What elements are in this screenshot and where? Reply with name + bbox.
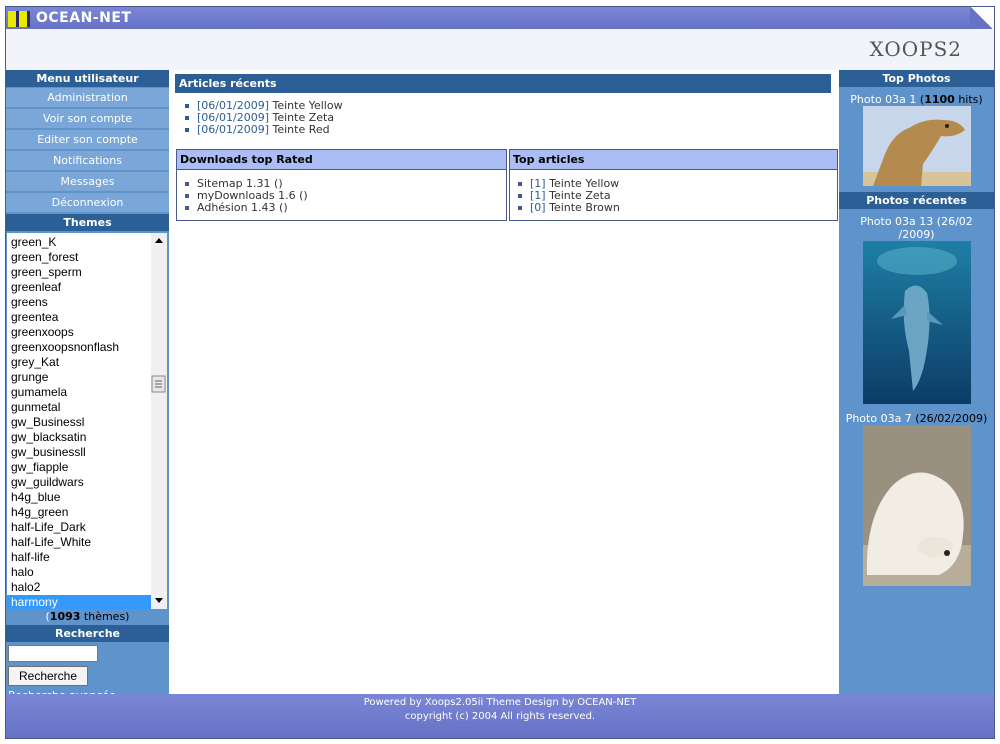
main-content: Articles récents [06/01/2009] Teinte Yel… [169,70,839,694]
search-input[interactable] [8,645,98,662]
theme-option[interactable]: green_forest [7,250,151,265]
site-logo-icon [8,11,30,27]
theme-option[interactable]: greentea [7,310,151,325]
list-item: [06/01/2009] Teinte Red [183,124,343,136]
menu-item-messages[interactable]: Messages [6,172,169,191]
theme-select-list[interactable]: green_K green_forest green_sperm greenleaf g… [7,233,167,609]
top-photo-link[interactable]: Photo 03a 1 [850,93,916,106]
menu-item-view-account[interactable]: Voir son compte [6,109,169,128]
theme-count: (1093 thèmes) [6,609,169,624]
xoops-logo: XOOPS2 [869,37,962,61]
scroll-down-icon[interactable] [155,598,163,603]
theme-option[interactable]: h4g_green [7,505,151,520]
menu-item-notifications[interactable]: Notifications [6,151,169,170]
polar-bear-photo[interactable] [862,425,971,586]
downloads-title: Downloads top Rated [177,150,506,170]
left-sidebar: Menu utilisateur Administration Voir son… [6,70,169,702]
theme-option[interactable]: gw_businessll [7,445,151,460]
theme-option[interactable]: halo2 [7,580,151,595]
right-sidebar: Top Photos Photo 03a 1 (1100 hits) Photo… [839,70,994,694]
theme-option[interactable]: h4g_blue [7,490,151,505]
top-articles-list: [1] Teinte Yellow [1] Teinte Zeta [0] Te… [516,178,620,214]
recent-photos-title: Photos récentes [839,192,994,209]
footer: Powered by Xoops2.05ii Theme Design by O… [6,694,994,738]
theme-option[interactable]: halo [7,565,151,580]
top-photos-title: Top Photos [839,70,994,87]
themes-title: Themes [6,214,169,231]
theme-option[interactable]: half-life [7,550,151,565]
recent-articles-title: Articles récents [175,74,831,93]
user-menu-title: Menu utilisateur [6,70,169,87]
top-articles-box: Top articles [1] Teinte Yellow [1] Teint… [509,149,838,221]
dolphin-photo[interactable] [862,241,971,404]
recent-photo-1-date-b: /2009) [898,228,935,241]
theme-option[interactable]: gw_fiapple [7,460,151,475]
header: XOOPS2 [6,29,994,71]
footer-copyright: copyright (c) 2004 All rights reserved. [404,711,596,722]
recent-photo-2-date: (26/02/2009) [911,412,988,425]
top-bar: OCEAN-NET [6,7,994,29]
theme-option[interactable]: greenxoops [7,325,151,340]
top-photo-caption: Photo 03a 1 (1100 hits) [839,93,994,106]
scrollbar-graphic [151,238,166,603]
theme-option[interactable]: gumamela [7,385,151,400]
recent-photo-2-caption: Photo 03a 7 (26/02/2009) [839,412,994,425]
article-count: [0] [530,201,546,214]
list-item: [0] Teinte Brown [516,202,620,214]
scroll-up-icon[interactable] [155,238,163,243]
article-title-link[interactable]: Teinte Brown [549,201,620,214]
camel-photo[interactable] [862,106,971,186]
theme-option[interactable]: gw_blacksatin [7,430,151,445]
theme-option[interactable]: gunmetal [7,400,151,415]
theme-option[interactable]: gw_guildwars [7,475,151,490]
footer-credits: Powered by Xoops2.05ii Theme Design by O… [363,697,637,708]
page-frame: OCEAN-NET XOOPS2 Menu utilisateur Admini… [5,6,995,739]
article-title-link[interactable]: Teinte Red [272,123,329,136]
theme-option[interactable]: green_sperm [7,265,151,280]
recent-photo-1-caption: Photo 03a 13 (26/02/2009) [839,215,994,241]
recent-articles-list: [06/01/2009] Teinte Yellow [06/01/2009] … [183,100,343,136]
top-photo-hits: 1100 [924,93,955,106]
menu-item-administration[interactable]: Administration [6,88,169,107]
downloads-top-rated-box: Downloads top Rated Sitemap 1.31 () myDo… [176,149,507,221]
search-button[interactable]: Recherche [8,666,88,686]
theme-option[interactable]: greenxoopsnonflash [7,340,151,355]
theme-option[interactable]: grunge [7,370,151,385]
recent-photo-1-date-a: (26/02 [933,215,973,228]
list-item[interactable]: Adhésion 1.43 () [183,202,308,214]
downloads-list: Sitemap 1.31 () myDownloads 1.6 () Adhés… [183,178,308,214]
site-name: OCEAN-NET [36,10,132,26]
theme-option[interactable]: half-Life_White [7,535,151,550]
menu-item-edit-account[interactable]: Editer son compte [6,130,169,149]
xoops-logo-text: XOOPS2 [869,37,962,61]
theme-option[interactable]: greens [7,295,151,310]
theme-option[interactable]: half-Life_Dark [7,520,151,535]
recent-photo-2-link[interactable]: Photo 03a 7 [846,412,912,425]
theme-items: green_K green_forest green_sperm greenleaf g… [7,235,151,609]
theme-option[interactable]: gw_Businessl [7,415,151,430]
top-articles-title: Top articles [510,150,837,170]
top-photo-hits-post: hits) [954,93,983,106]
theme-count-number: 1093 [49,610,81,623]
theme-option[interactable]: harmony [7,595,151,609]
theme-option[interactable]: greenleaf [7,280,151,295]
recent-photo-1-link[interactable]: Photo 03a 13 [860,215,933,228]
article-date-link[interactable]: [06/01/2009] [197,123,269,136]
theme-option[interactable]: grey_Kat [7,355,151,370]
search-title: Recherche [6,625,169,642]
theme-list-scrollbar[interactable] [151,233,167,609]
theme-option[interactable]: green_K [7,235,151,250]
menu-item-logout[interactable]: Déconnexion [6,193,169,212]
theme-count-suffix: thèmes) [80,610,130,623]
